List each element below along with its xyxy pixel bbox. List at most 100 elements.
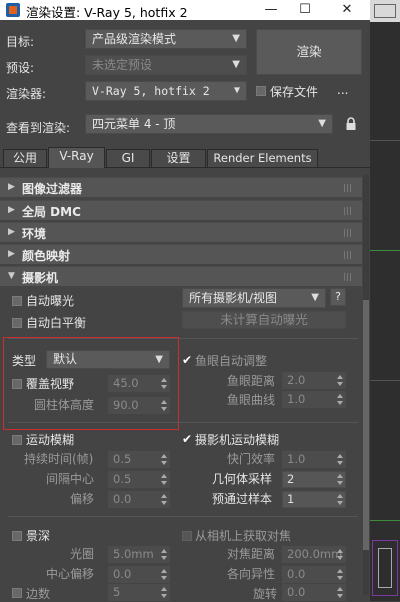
rotation-spinner[interactable]: 0.0 — [282, 584, 346, 601]
title-bar[interactable]: 渲染设置: V-Ray 5, hotfix 2 — ☐ ✕ — [0, 0, 370, 20]
dof-label: 景深 — [26, 529, 51, 543]
from-camera-label: 从相机上获取对焦 — [195, 529, 292, 543]
rollout-environment[interactable]: ▶ 环境 — [0, 222, 362, 242]
spinner-arrows-icon — [335, 547, 345, 562]
fisheye-curve-spinner[interactable]: 1.0 — [282, 391, 346, 408]
grip-icon — [344, 207, 352, 215]
rollout-camera[interactable]: ▼ 摄影机 — [0, 266, 362, 286]
chevron-down-icon: ▼ — [233, 85, 240, 96]
auto-exposure-label: 自动曝光 — [26, 294, 75, 308]
cam-motion-blur-label: 摄影机运动模糊 — [195, 433, 280, 447]
spinner-arrows-icon — [159, 492, 169, 507]
spinner-arrows-icon — [159, 452, 169, 467]
fisheye-dist-label: 鱼眼距离 — [227, 374, 276, 388]
spinner-arrows-icon — [159, 567, 169, 582]
expand-arrow-icon: ▶ — [8, 205, 15, 215]
auto-wb-checkbox[interactable] — [12, 318, 22, 328]
chevron-down-icon: ▼ — [311, 292, 319, 303]
window-title: 渲染设置: V-Ray 5, hotfix 2 — [26, 5, 188, 20]
more-button[interactable]: ... — [337, 83, 348, 97]
help-button[interactable]: ? — [330, 288, 346, 306]
render-button[interactable]: 渲染 — [256, 29, 362, 75]
maximize-button[interactable]: ☐ — [288, 0, 322, 20]
renderer-dropdown[interactable]: V-Ray 5, hotfix 2 ▼ — [85, 81, 247, 101]
view-dropdown[interactable]: 四元菜单 4 - 顶 ▼ — [85, 114, 333, 134]
view-label: 查看到渲染: — [6, 121, 71, 135]
geo-samples-label: 几何体采样 — [212, 472, 273, 486]
tab-settings[interactable]: 设置 — [151, 149, 206, 167]
spinner-arrows-icon — [335, 492, 345, 507]
app-icon — [6, 3, 20, 17]
spinner-arrows-icon — [159, 472, 169, 487]
tab-vray[interactable]: V-Ray — [48, 147, 105, 168]
preset-dropdown[interactable]: 未选定预设 ▼ — [85, 55, 247, 75]
cam-motion-blur-checkbox[interactable]: ✔ — [182, 433, 192, 445]
sides-spinner[interactable]: 5 — [108, 584, 170, 601]
rollout-title: 环境 — [22, 227, 47, 241]
fisheye-auto-checkbox[interactable]: ✔ — [182, 354, 192, 366]
fisheye-curve-label: 鱼眼曲线 — [227, 393, 276, 407]
dof-checkbox[interactable] — [12, 531, 22, 541]
auto-exposure-checkbox[interactable] — [12, 296, 22, 306]
tab-render-elements[interactable]: Render Elements — [207, 149, 318, 167]
uncalc-exposure-button[interactable]: 未计算自动曝光 — [182, 311, 346, 329]
target-dropdown[interactable]: 产品级渲染模式 ▼ — [85, 29, 247, 49]
bias-spinner[interactable]: 0.0 — [108, 491, 170, 508]
motion-blur-label: 运动模糊 — [26, 433, 75, 447]
center-bias-label: 中心偏移 — [46, 567, 95, 581]
sides-label: 边数 — [26, 587, 51, 601]
fisheye-dist-value: 2.0 — [287, 373, 306, 387]
motion-blur-checkbox[interactable] — [12, 435, 22, 445]
prepass-label: 预通过样本 — [212, 492, 273, 506]
minimize-button[interactable]: — — [254, 0, 288, 20]
sides-checkbox[interactable] — [12, 588, 22, 598]
lock-icon[interactable] — [344, 116, 358, 132]
collapse-arrow-icon: ▼ — [8, 271, 15, 281]
spinner-arrows-icon — [159, 585, 169, 600]
expand-arrow-icon: ▶ — [8, 182, 15, 192]
shutter-value: 1.0 — [287, 452, 306, 466]
grip-icon — [344, 229, 352, 237]
spinner-arrows-icon — [335, 392, 345, 407]
divider — [8, 422, 358, 423]
chevron-down-icon: ▼ — [232, 33, 240, 44]
anisotropy-spinner[interactable]: 0.0 — [282, 566, 346, 583]
center-bias-spinner[interactable]: 0.0 — [108, 566, 170, 583]
rollout-image-filter[interactable]: ▶ 图像过滤器 — [0, 177, 362, 197]
rotation-label: 旋转 — [253, 587, 278, 601]
focus-dist-spinner[interactable]: 200.0mm — [282, 546, 346, 563]
divider — [8, 516, 358, 517]
rollout-global-dmc[interactable]: ▶ 全局 DMC — [0, 200, 362, 220]
spinner-arrows-icon — [335, 452, 345, 467]
prepass-spinner[interactable]: 1 — [282, 491, 346, 508]
highlight-annotation — [3, 337, 179, 430]
aperture-spinner[interactable]: 5.0mm — [108, 546, 170, 563]
close-button[interactable]: ✕ — [330, 0, 364, 20]
interval-label: 间隔中心 — [46, 472, 95, 486]
chevron-down-icon: ▼ — [232, 59, 240, 70]
fisheye-dist-spinner[interactable]: 2.0 — [282, 372, 346, 389]
interval-spinner[interactable]: 0.5 — [108, 471, 170, 488]
save-file-checkbox[interactable] — [256, 86, 266, 96]
camera-view-dropdown[interactable]: 所有摄影机/视图 ▼ — [182, 288, 326, 308]
spinner-arrows-icon — [159, 547, 169, 562]
from-camera-checkbox[interactable] — [182, 531, 192, 541]
target-value: 产品级渲染模式 — [92, 32, 177, 46]
shutter-spinner[interactable]: 1.0 — [282, 451, 346, 468]
tab-gi[interactable]: GI — [106, 149, 150, 167]
bias-label: 偏移 — [70, 492, 95, 506]
scrollbar-thumb[interactable] — [363, 300, 369, 550]
rollout-title: 图像过滤器 — [22, 182, 83, 196]
spinner-arrows-icon — [335, 567, 345, 582]
prepass-value: 1 — [287, 492, 295, 506]
rotation-value: 0.0 — [287, 585, 306, 599]
duration-value: 0.5 — [113, 452, 132, 466]
duration-spinner[interactable]: 0.5 — [108, 451, 170, 468]
bias-value: 0.0 — [113, 492, 132, 506]
tab-common[interactable]: 公用 — [3, 149, 47, 167]
rollout-color-mapping[interactable]: ▶ 颜色映射 — [0, 244, 362, 264]
viewport-background — [370, 0, 400, 601]
geo-samples-spinner[interactable]: 2 — [282, 471, 346, 488]
anisotropy-label: 各向异性 — [227, 567, 276, 581]
camera-view-value: 所有摄影机/视图 — [189, 291, 278, 305]
